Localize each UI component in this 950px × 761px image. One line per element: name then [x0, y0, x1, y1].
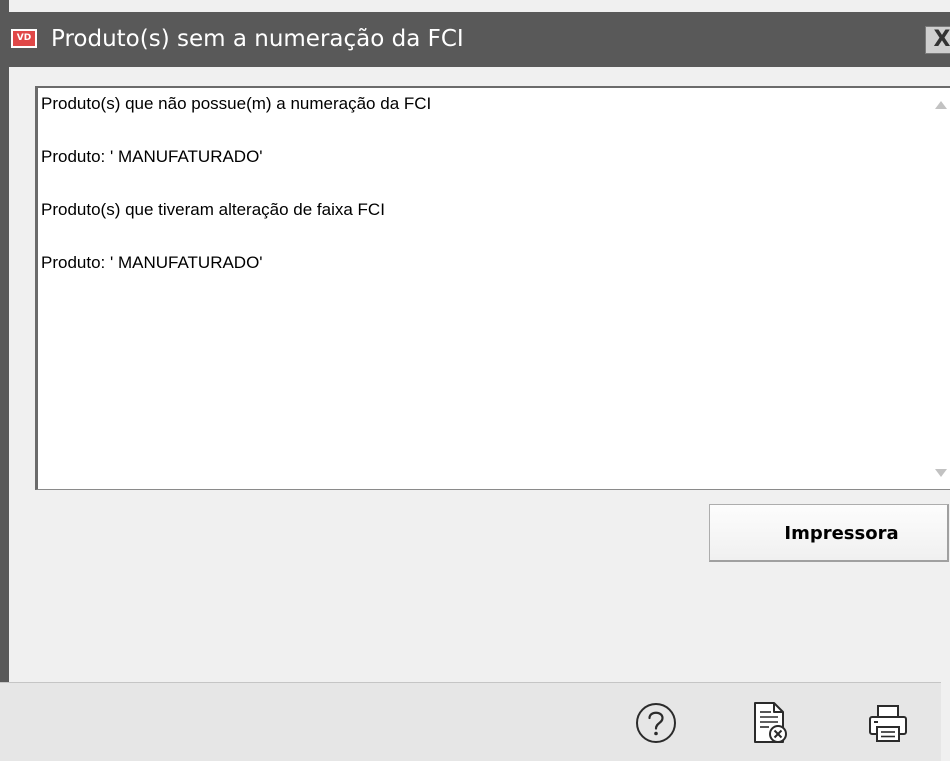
memo-line: Produto(s) que não possue(m) a numeração…	[41, 94, 432, 113]
help-icon[interactable]	[631, 698, 681, 748]
memo-line: Produto: ' MANUFATURADO'	[41, 147, 263, 166]
cancel-document-icon[interactable]	[744, 698, 794, 748]
memo-line: Produto: ' MANUFATURADO'	[41, 253, 263, 272]
print-button[interactable]: Impressora	[709, 504, 949, 562]
scroll-up-arrow-icon[interactable]	[935, 101, 947, 109]
memo-lines: Produto(s) que não possue(m) a numeração…	[41, 94, 431, 306]
app-logo-icon: VD	[11, 29, 37, 48]
window-title: Produto(s) sem a numeração da FCI	[51, 26, 464, 52]
printer-icon[interactable]	[863, 698, 913, 748]
footer-toolbar	[0, 682, 941, 761]
memo-line: Produto(s) que tiveram alteração de faix…	[41, 200, 385, 219]
title-bar[interactable]: VD Produto(s) sem a numeração da FCI X	[0, 12, 950, 67]
close-button[interactable]: X	[925, 26, 950, 54]
scroll-down-arrow-icon[interactable]	[935, 469, 947, 477]
message-memo[interactable]: Produto(s) que não possue(m) a numeração…	[35, 86, 950, 490]
dialog-window: VD Produto(s) sem a numeração da FCI X P…	[0, 0, 950, 760]
